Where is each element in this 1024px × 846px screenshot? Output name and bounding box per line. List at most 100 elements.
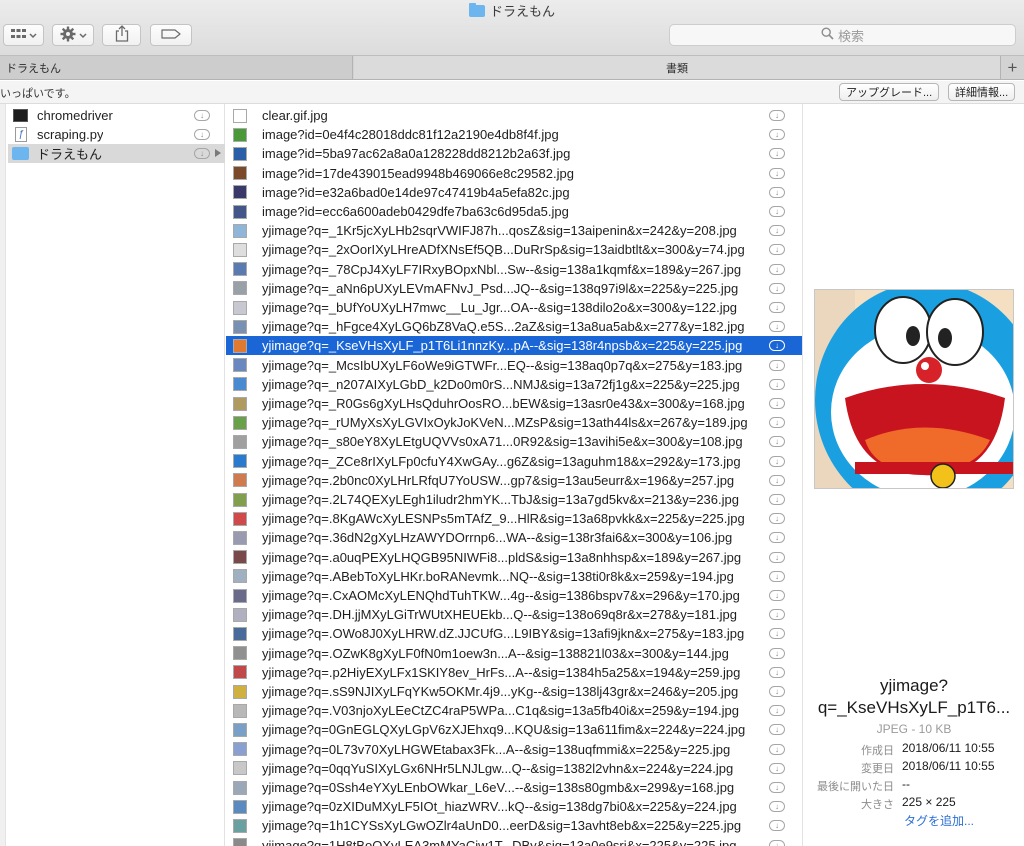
file-name: clear.gif.jpg: [262, 108, 328, 123]
file-name: yjimage?q=0qqYuSIXyLGx6NHr5LNJLgw...Q--&…: [262, 760, 734, 776]
file-row[interactable]: yjimage?q=_KseVHsXyLF_p1T6Li1nnzKy...pA-…: [226, 336, 802, 356]
file-row[interactable]: yjimage?q=.a0uqPEXyLHQGB95NIWFi8...pldS&…: [226, 548, 802, 567]
file-row[interactable]: yjimage?q=_rUMyXsXyLGVIxOykJoKVeN...MZsP…: [226, 413, 802, 432]
file-row[interactable]: yjimage?q=_s80eY8XyLEtgUQVVs0xA71...0R92…: [226, 432, 802, 451]
icloud-download-icon[interactable]: ↓: [769, 302, 785, 313]
file-row[interactable]: yjimage?q=.OWo8J0XyLHRW.dZ.JJCUfG...L9IB…: [226, 624, 802, 643]
icloud-download-icon[interactable]: ↓: [769, 167, 785, 179]
search-field[interactable]: 検索: [669, 24, 1016, 46]
upgrade-button[interactable]: アップグレード...: [839, 83, 940, 101]
file-row[interactable]: yjimage?q=_bUfYoUXyLH7mwc__Lu_Jgr...OA--…: [226, 298, 802, 317]
file-row[interactable]: image?id=0e4f4c28018ddc81f12a2190e4db8f4…: [226, 125, 802, 144]
file-row[interactable]: yjimage?q=0GnEGLQXyLGpV6zXJEhxq9...KQU&s…: [226, 720, 802, 739]
icloud-download-icon[interactable]: ↓: [769, 532, 785, 544]
icloud-download-icon[interactable]: ↓: [769, 378, 785, 390]
file-row[interactable]: clear.gif.jpg ↓: [226, 106, 802, 125]
file-row[interactable]: yjimage?q=.CxAOMcXyLENQhdTuhTKW...4g--&s…: [226, 586, 802, 605]
file-row[interactable]: yjimage?q=_R0Gs6gXyLHsQduhrOosRO...bEW&s…: [226, 394, 802, 413]
icloud-download-icon[interactable]: ↓: [769, 321, 785, 333]
tab-doraemon[interactable]: ドラえもん: [0, 56, 353, 79]
file-row[interactable]: image?id=e32a6bad0e14de97c47419b4a5efa82…: [226, 183, 802, 202]
file-row[interactable]: yjimage?q=_78CpJ4XyLF7IRxyBOpxNbl...Sw--…: [226, 260, 802, 279]
icloud-download-icon[interactable]: ↓: [769, 686, 785, 697]
icloud-download-icon[interactable]: ↓: [769, 628, 785, 640]
file-row[interactable]: yjimage?q=_aNn6pUXyLEVmAFNvJ_Psd...JQ--&…: [226, 279, 802, 298]
file-row[interactable]: yjimage?q=.2L74QEXyLEgh1iludr2hmYK...TbJ…: [226, 490, 802, 509]
icloud-download-icon[interactable]: ↓: [769, 359, 785, 371]
file-row[interactable]: yjimage?q=.36dN2gXyLHzAWYDOrrnp6...WA--&…: [226, 528, 802, 547]
list-item-chromedriver[interactable]: chromedriver ↓: [8, 106, 225, 125]
icloud-download-icon[interactable]: ↓: [769, 206, 785, 217]
icloud-download-icon[interactable]: ↓: [769, 282, 785, 294]
icloud-download-icon[interactable]: ↓: [769, 820, 785, 832]
file-row[interactable]: yjimage?q=0qqYuSIXyLGx6NHr5LNJLgw...Q--&…: [226, 759, 802, 778]
icloud-download-icon[interactable]: ↓: [769, 513, 785, 525]
icloud-download-icon[interactable]: ↓: [769, 839, 785, 846]
icloud-download-icon[interactable]: ↓: [769, 647, 785, 659]
file-row[interactable]: yjimage?q=1h1CYSsXyLGwOZlr4aUnD0...eerD&…: [226, 816, 802, 835]
icloud-download-icon[interactable]: ↓: [769, 110, 785, 121]
file-row[interactable]: image?id=ecc6a600adeb0429dfe7ba63c6d95da…: [226, 202, 802, 221]
tags-button[interactable]: [150, 24, 192, 46]
icloud-download-icon[interactable]: ↓: [769, 762, 785, 774]
icloud-download-icon[interactable]: ↓: [769, 340, 785, 352]
file-name: image?id=17de439015ead9948b469066e8c2958…: [262, 165, 574, 181]
details-button[interactable]: 詳細情報...: [948, 83, 1016, 101]
icloud-download-icon[interactable]: ↓: [769, 609, 785, 621]
icloud-download-icon[interactable]: ↓: [769, 148, 785, 160]
icloud-download-icon[interactable]: ↓: [769, 551, 785, 563]
tab-documents[interactable]: 書類: [354, 56, 1000, 79]
icloud-download-icon[interactable]: ↓: [769, 801, 785, 813]
icloud-download-icon[interactable]: ↓: [769, 666, 785, 678]
list-item-doraemon-folder[interactable]: ドラえもん ↓: [8, 144, 225, 163]
icloud-download-icon[interactable]: ↓: [769, 474, 785, 486]
action-menu-button[interactable]: [52, 24, 94, 46]
icloud-download-icon[interactable]: ↓: [769, 129, 785, 141]
icloud-download-icon[interactable]: ↓: [769, 455, 785, 467]
icloud-download-icon[interactable]: ↓: [769, 417, 785, 429]
file-row[interactable]: yjimage?q=_ZCe8rIXyLFp0cfuY4XwGAy...g6Z&…: [226, 452, 802, 471]
add-tags-link[interactable]: タグを追加...: [904, 812, 974, 829]
icloud-download-icon[interactable]: ↓: [769, 570, 785, 582]
icloud-download-icon[interactable]: ↓: [769, 225, 785, 237]
file-row[interactable]: yjimage?q=.OZwK8gXyLF0fN0m1oew3n...A--&s…: [226, 644, 802, 663]
icloud-download-icon[interactable]: ↓: [769, 724, 785, 736]
icloud-download-icon[interactable]: ↓: [769, 782, 785, 793]
file-row[interactable]: yjimage?q=_1Kr5jcXyLHb2sqrVWIFJ87h...qos…: [226, 221, 802, 240]
file-row[interactable]: yjimage?q=_n207AIXyLGbD_k2Do0m0rS...NMJ&…: [226, 375, 802, 394]
new-tab-button[interactable]: +: [1000, 56, 1024, 79]
file-row[interactable]: yjimage?q=_2xOorIXyLHreADfXNsEf5QB...DuR…: [226, 240, 802, 259]
file-row[interactable]: yjimage?q=.ABebToXyLHKr.boRANevmk...NQ--…: [226, 567, 802, 586]
icloud-download-icon[interactable]: ↓: [769, 494, 785, 505]
file-row[interactable]: yjimage?q=0zXIDuMXyLF5IOt_hiazWRV...kQ--…: [226, 797, 802, 816]
icloud-download-icon[interactable]: ↓: [769, 186, 785, 198]
file-row[interactable]: yjimage?q=.V03njoXyLEeCtZC4raP5WPa...C1q…: [226, 701, 802, 720]
icloud-download-icon[interactable]: ↓: [769, 263, 785, 275]
file-row[interactable]: yjimage?q=1H8tBoOXyLEA3mMYaCiw1T...DBy&s…: [226, 836, 802, 846]
chevron-down-icon: [28, 28, 37, 42]
icloud-download-icon[interactable]: ↓: [769, 705, 785, 717]
icloud-download-icon[interactable]: ↓: [194, 129, 210, 140]
file-row[interactable]: yjimage?q=.p2HiyEXyLFx1SKIY8ev_HrFs...A-…: [226, 663, 802, 682]
list-item-scraping-py[interactable]: ƒ scraping.py ↓: [8, 125, 225, 144]
file-row[interactable]: yjimage?q=_hFgce4XyLGQ6bZ8VaQ.e5S...2aZ&…: [226, 317, 802, 336]
file-row[interactable]: image?id=17de439015ead9948b469066e8c2958…: [226, 164, 802, 183]
icloud-download-icon[interactable]: ↓: [194, 148, 210, 159]
file-row[interactable]: yjimage?q=.8KgAWcXyLESNPs5mTAfZ_9...HlR&…: [226, 509, 802, 528]
file-row[interactable]: yjimage?q=.DH.jjMXyLGiTrWUtXHEUEkb...Q--…: [226, 605, 802, 624]
file-row[interactable]: yjimage?q=.2b0nc0XyLHrLRfqU7YoUSW...gp7&…: [226, 471, 802, 490]
icloud-download-icon[interactable]: ↓: [769, 590, 785, 601]
file-row[interactable]: image?id=5ba97ac62a8a0a128228dd8212b2a63…: [226, 144, 802, 163]
icloud-download-icon[interactable]: ↓: [769, 398, 785, 409]
icloud-download-icon[interactable]: ↓: [769, 244, 785, 256]
view-options-button[interactable]: [3, 24, 44, 46]
file-row[interactable]: yjimage?q=0Ssh4eYXyLEnbOWkar_L6eV...--&s…: [226, 778, 802, 797]
preview-image[interactable]: [814, 289, 1014, 489]
share-button[interactable]: [102, 24, 141, 46]
icloud-download-icon[interactable]: ↓: [194, 110, 210, 121]
icloud-download-icon[interactable]: ↓: [769, 436, 785, 448]
file-row[interactable]: yjimage?q=.sS9NJIXyLFqYKw5OKMr.4j9...yKg…: [226, 682, 802, 701]
file-row[interactable]: yjimage?q=_McsIbUXyLF6oWe9iGTWFr...EQ--&…: [226, 356, 802, 375]
file-row[interactable]: yjimage?q=0L73v70XyLHGWEtabax3Fk...A--&s…: [226, 740, 802, 759]
icloud-download-icon[interactable]: ↓: [769, 743, 785, 755]
